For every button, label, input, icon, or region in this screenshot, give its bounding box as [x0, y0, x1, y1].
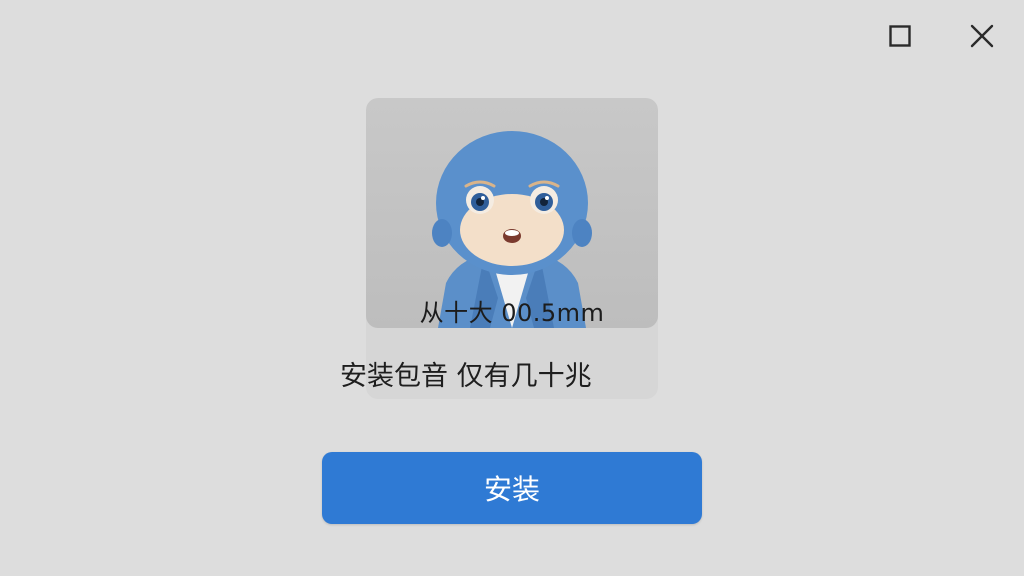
maximize-icon [889, 25, 911, 47]
close-button[interactable] [962, 16, 1002, 56]
mascot-image: 从十大 00.5mm [366, 98, 658, 328]
install-button[interactable]: 安装 [322, 452, 702, 524]
installer-window: 从十大 00.5mm 安装包音 仅有几十兆 安装 [0, 0, 1024, 576]
package-size-text: 安装包音 仅有几十兆 [340, 361, 592, 392]
close-icon [970, 24, 994, 48]
mascot-caption: 从十大 00.5mm [419, 299, 605, 327]
maximize-button[interactable] [880, 16, 920, 56]
